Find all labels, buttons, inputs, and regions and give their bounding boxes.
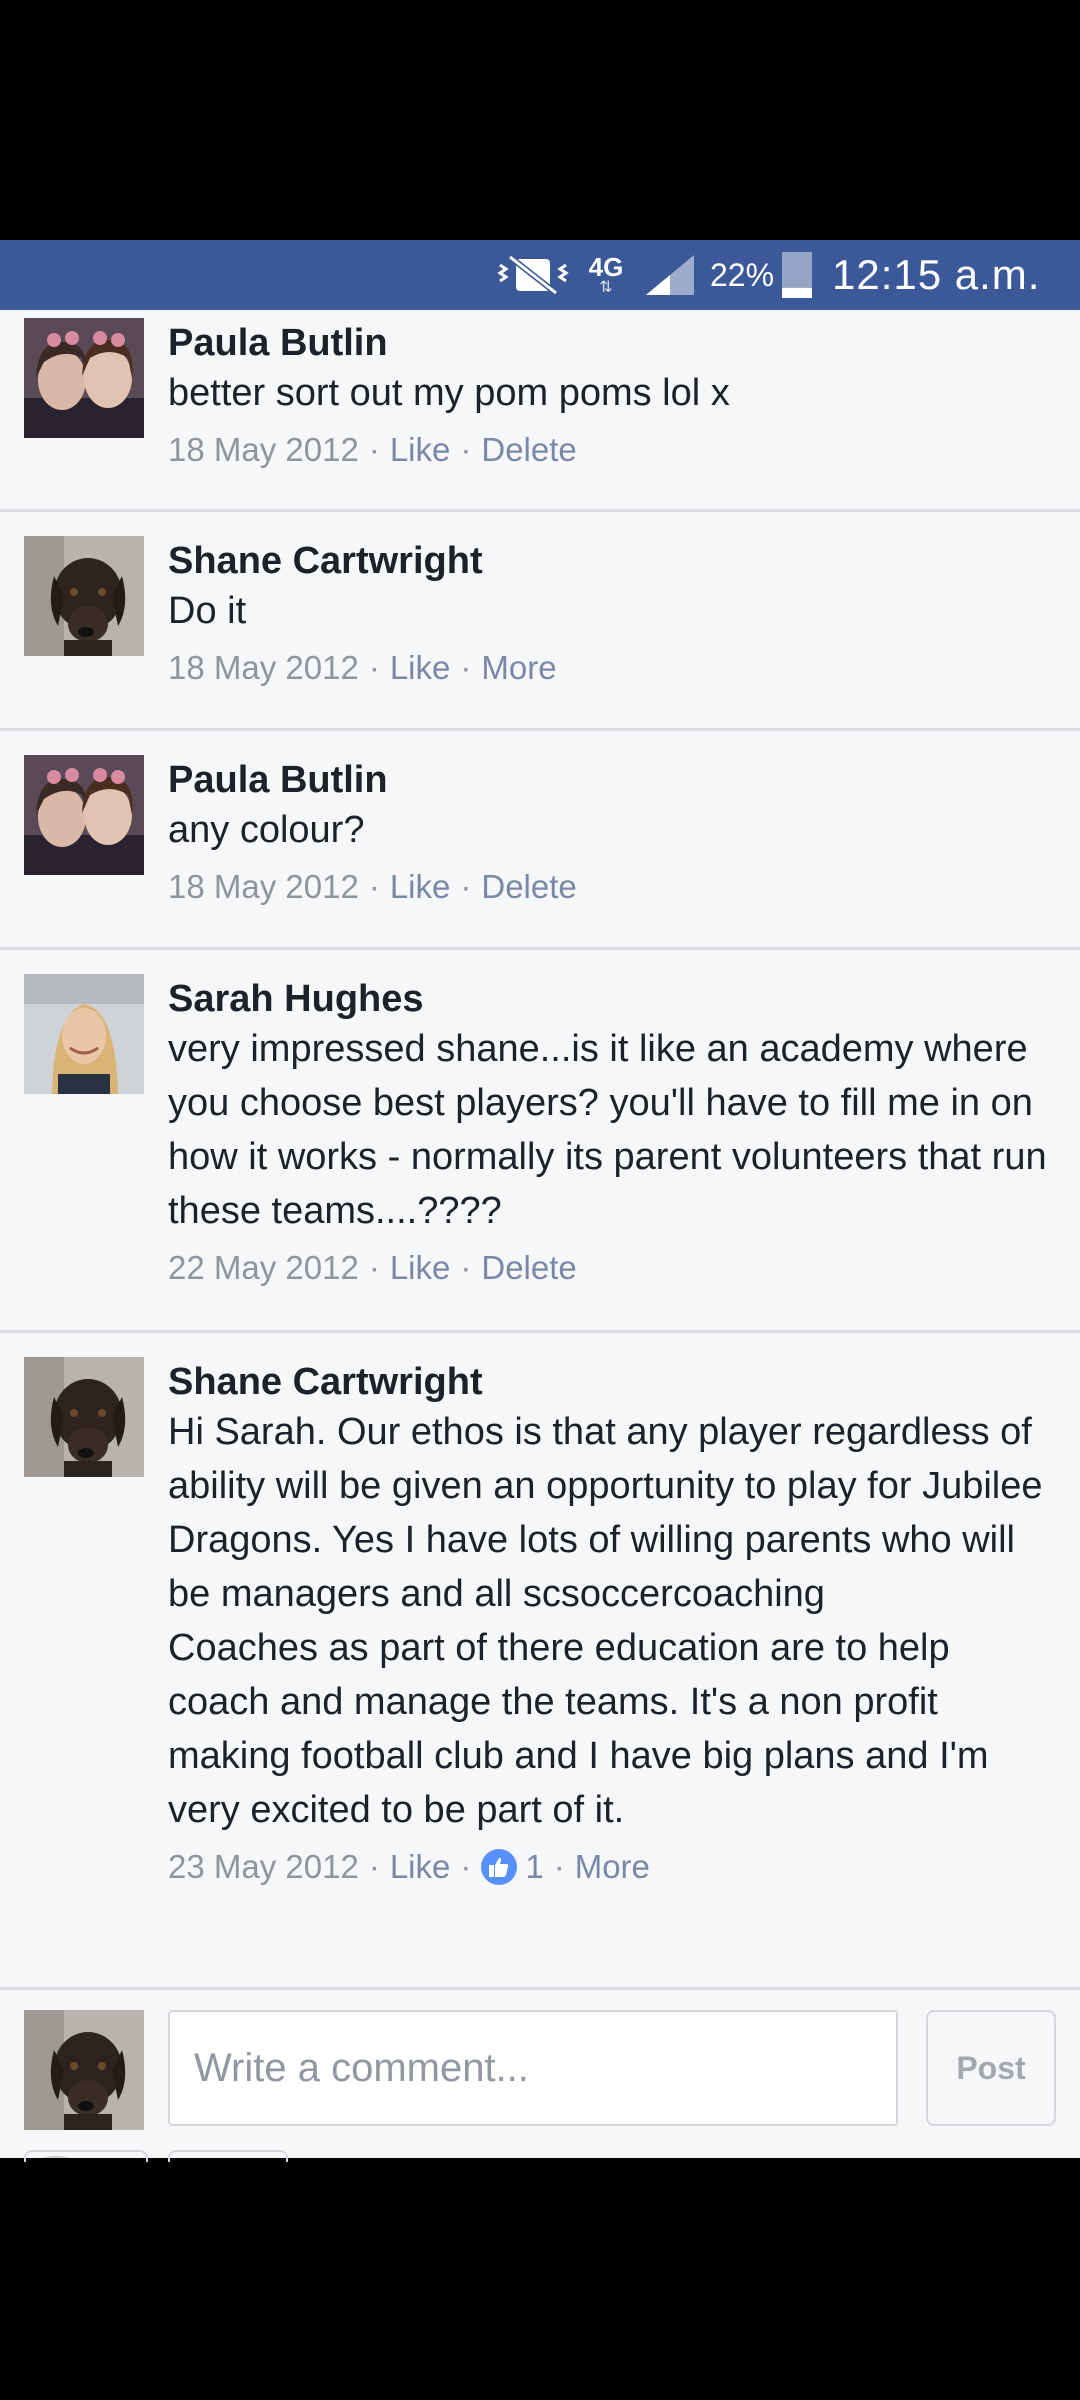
status-bar: 4G ⇅ 22% 12:15 a.m. [0,240,1080,310]
separator-dot: · [460,1249,472,1286]
comment-date: 23 May 2012 [168,1848,359,1885]
battery-icon [782,240,812,310]
battery-percent: 22% [710,256,775,293]
network-type: 4G [588,252,624,282]
comment-meta: 18 May 2012 · Like · More [168,646,1056,690]
comment-date: 18 May 2012 [168,431,359,468]
comment-author[interactable]: Shane Cartwright [168,538,1056,584]
delete-link[interactable]: Delete [481,1246,576,1290]
separator-dot: · [460,868,472,905]
like-link[interactable]: Like [390,646,451,690]
comment-item: Paula Butlin any colour? 18 May 2012 · L… [0,731,1080,950]
like-link[interactable]: Like [390,1845,451,1889]
separator-dot: · [460,431,472,468]
comment-author[interactable]: Shane Cartwright [168,1359,1056,1405]
avatar[interactable] [24,755,144,875]
thumbs-up-icon[interactable] [481,1849,518,1885]
comment-author[interactable]: Paula Butlin [168,320,1056,366]
separator-dot: · [460,1848,472,1885]
separator-dot: · [368,1848,380,1885]
avatar[interactable] [24,318,144,438]
comment-meta: 18 May 2012 · Like · Delete [168,865,1056,909]
like-count[interactable]: 1 [525,1845,543,1889]
comment-item: Shane Cartwright Do it 18 May 2012 · Lik… [0,512,1080,731]
avatar[interactable] [24,974,144,1094]
separator-dot: · [368,868,380,905]
comment-text: any colour? [168,809,365,851]
comment-date: 18 May 2012 [168,649,359,686]
like-link[interactable]: Like [390,865,451,909]
separator-dot: · [368,649,380,686]
signal-icon [644,240,696,310]
comment-author[interactable]: Sarah Hughes [168,976,1056,1022]
comment-text: Do it [168,590,247,632]
separator-dot: · [460,649,472,686]
comment-date: 22 May 2012 [168,1249,359,1286]
comment-input[interactable] [168,2010,898,2126]
next-row-edge [24,2150,148,2162]
comment-item: Paula Butlin better sort out my pom poms… [0,310,1080,512]
more-link[interactable]: More [481,646,556,690]
next-row-edge [168,2150,288,2162]
like-link[interactable]: Like [390,428,451,472]
avatar[interactable] [24,1357,144,1477]
separator-dot: · [553,1848,565,1885]
comment-meta: 23 May 2012 · Like · 1 · More [168,1845,1056,1889]
comment-item: Sarah Hughes very impressed shane...is i… [0,950,1080,1333]
more-link[interactable]: More [575,1845,650,1889]
delete-link[interactable]: Delete [481,865,576,909]
comment-text: better sort out my pom poms lol x [168,372,730,414]
separator-dot: · [368,1249,380,1286]
comment-text: Hi Sarah. Our ethos is that any player r… [168,1411,1043,1831]
comment-date: 18 May 2012 [168,868,359,905]
clock: 12:15 a.m. [832,251,1041,298]
comment-thread: Paula Butlin better sort out my pom poms… [0,310,1080,2158]
avatar[interactable] [24,536,144,656]
comment-text: very impressed shane...is it like an aca… [168,1028,1058,1232]
comment-item: Shane Cartwright Hi Sarah. Our ethos is … [0,1333,1080,1990]
comment-meta: 22 May 2012 · Like · Delete [168,1246,1056,1290]
comment-author[interactable]: Paula Butlin [168,757,1056,803]
vibrate-mute-icon [496,240,570,310]
like-link[interactable]: Like [390,1246,451,1290]
comment-meta: 18 May 2012 · Like · Delete [168,428,1056,472]
post-button[interactable]: Post [926,2010,1056,2126]
network-indicator: 4G ⇅ [586,240,626,310]
separator-dot: · [368,431,380,468]
data-arrows-icon: ⇅ [599,279,613,296]
delete-link[interactable]: Delete [481,428,576,472]
avatar [24,2010,144,2130]
